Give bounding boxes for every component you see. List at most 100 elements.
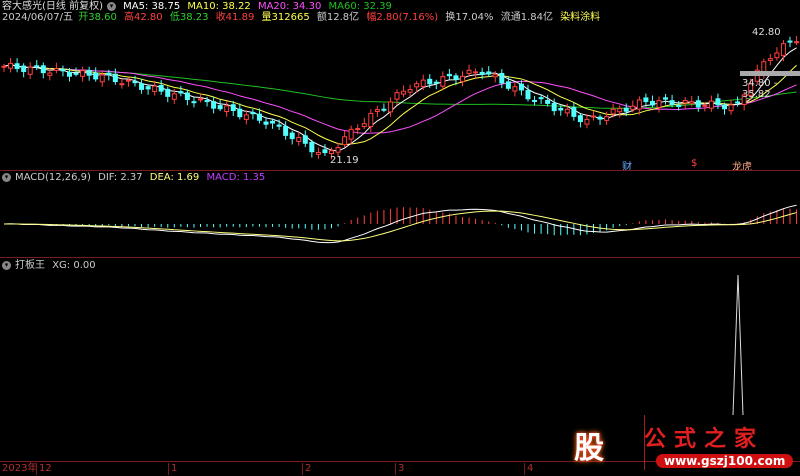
- candle-body: [204, 100, 210, 103]
- candle-body: [387, 101, 393, 113]
- dropdown-icon[interactable]: ▾: [2, 260, 11, 270]
- candle-body: [545, 100, 551, 104]
- candle-body: [198, 98, 203, 101]
- candle-body: [67, 71, 72, 77]
- candle-body: [60, 68, 66, 72]
- dif-line: [3, 204, 797, 244]
- candle-body: [309, 141, 315, 153]
- logo-name: 公式之家: [644, 427, 765, 452]
- ma10-line: [3, 64, 797, 146]
- macd-value: MACD: 1.35: [206, 172, 266, 183]
- candle-body: [289, 132, 295, 140]
- candle-body: [119, 83, 125, 86]
- candle-body: [597, 116, 603, 120]
- candle-body: [689, 101, 695, 104]
- candle-body: [649, 100, 655, 106]
- candle-body: [283, 125, 289, 136]
- candle-body: [505, 81, 511, 89]
- candle-body: [623, 107, 629, 112]
- candle-body: [243, 114, 249, 120]
- indicator-header: ▾ 打板王 XG: 0.00: [2, 260, 100, 272]
- candle-body: [466, 69, 472, 74]
- candle-body: [401, 90, 407, 95]
- candle-body: [584, 118, 590, 125]
- candle-body: [780, 43, 786, 57]
- dea-line: [3, 210, 797, 242]
- candle-body: [80, 70, 86, 77]
- candle-body: [34, 65, 40, 68]
- candle-body: [322, 149, 328, 154]
- candle-body: [663, 97, 669, 100]
- candle-body: [479, 71, 485, 75]
- candle-body: [132, 80, 138, 84]
- price-chart[interactable]: [0, 0, 800, 475]
- axis-month: 2: [302, 463, 311, 475]
- candle-body: [571, 107, 577, 117]
- candle-body: [453, 75, 459, 80]
- candle-body: [787, 40, 793, 43]
- candle-body: [125, 79, 131, 82]
- candle-body: [152, 85, 158, 92]
- candle-body: [676, 104, 682, 107]
- candle-body: [774, 52, 780, 59]
- candle-body: [551, 102, 557, 112]
- dif-value: DIF: 2.37: [98, 172, 143, 183]
- candle-body: [40, 65, 46, 74]
- watermark-logo: 股 公式之家 www.gszj100.com: [556, 415, 794, 470]
- candle-body: [47, 72, 53, 76]
- candle-body: [794, 41, 800, 44]
- candle-body: [532, 99, 538, 102]
- candle-body: [361, 123, 367, 128]
- divider: [0, 257, 800, 258]
- candle-body: [636, 99, 642, 110]
- candle-body: [256, 113, 262, 121]
- candle-body: [191, 101, 197, 104]
- candle-body: [21, 65, 27, 72]
- candle-body: [695, 100, 701, 108]
- candle-body: [381, 108, 387, 111]
- candle-body: [86, 70, 92, 76]
- candle-body: [106, 72, 112, 76]
- candle-body: [139, 83, 145, 90]
- candle-body: [53, 68, 59, 71]
- axis-month: 4: [524, 463, 533, 475]
- candle-body: [1, 65, 7, 68]
- divider: [0, 170, 800, 171]
- candle-body: [93, 72, 99, 80]
- candle-body: [682, 100, 688, 104]
- candle-body: [171, 93, 177, 100]
- candle-body: [329, 150, 334, 155]
- candle-body: [486, 71, 492, 75]
- candle-body: [460, 75, 465, 83]
- candle-body: [374, 109, 380, 112]
- candle-body: [315, 151, 321, 155]
- candle-body: [335, 147, 341, 153]
- candle-body: [178, 91, 184, 94]
- candle-body: [263, 121, 269, 125]
- event-dollar[interactable]: $: [691, 158, 697, 169]
- candle-body: [591, 115, 596, 118]
- axis-month: 3: [395, 463, 404, 475]
- logo-brand: 股: [574, 431, 604, 466]
- candle-body: [525, 90, 531, 100]
- candle-body: [735, 101, 741, 104]
- axis-year: 2023年: [2, 463, 38, 474]
- candle-body: [184, 92, 190, 101]
- candle-body: [224, 105, 230, 112]
- candle-body: [446, 73, 452, 77]
- macd-title: MACD(12,26,9): [15, 172, 91, 183]
- candle-body: [355, 128, 361, 131]
- candle-body: [165, 88, 171, 97]
- candle-body: [708, 100, 714, 109]
- candle-body: [217, 105, 223, 110]
- candle-body: [492, 74, 498, 78]
- ma60-line: [3, 64, 797, 109]
- candle-body: [630, 105, 636, 110]
- candle-body: [656, 100, 662, 108]
- candle-body: [27, 66, 33, 75]
- candle-body: [604, 116, 610, 121]
- macd-header: ▾ MACD(12,26,9) DIF: 2.37 DEA: 1.69 MACD:…: [2, 172, 269, 184]
- candle-body: [8, 62, 14, 69]
- dropdown-icon[interactable]: ▾: [2, 172, 11, 182]
- candle-body: [558, 107, 564, 111]
